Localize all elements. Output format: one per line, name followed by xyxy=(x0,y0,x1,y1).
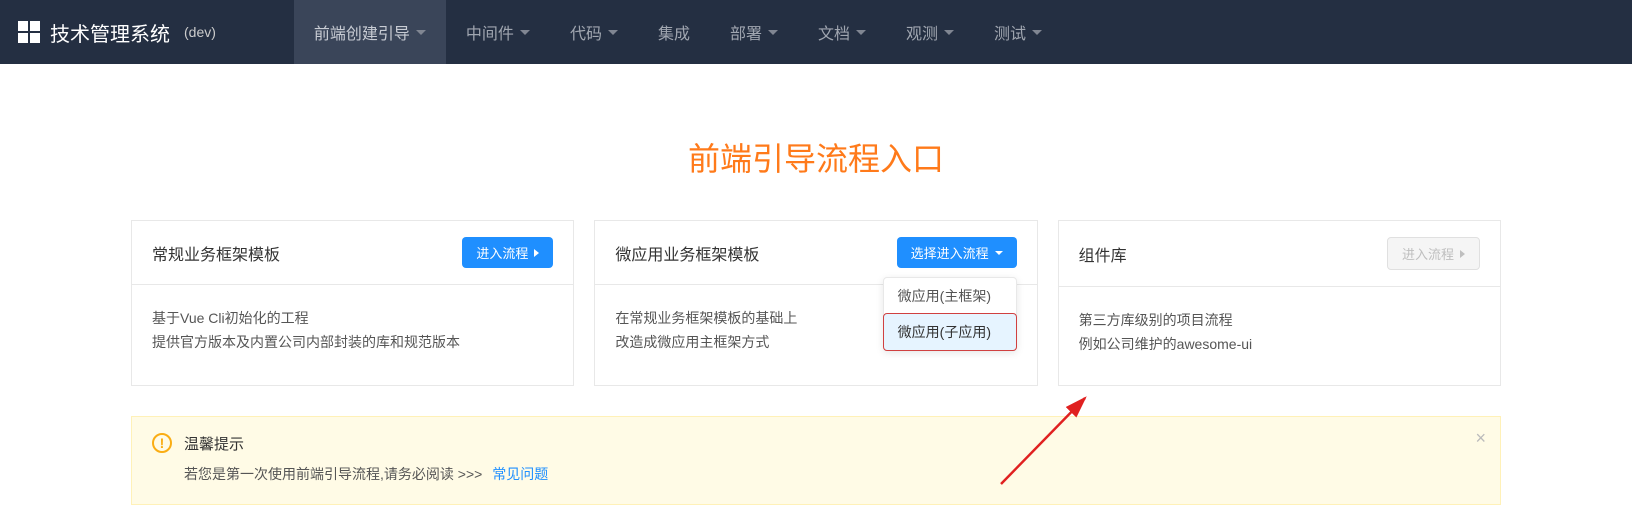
brand: 技术管理系统 (dev) xyxy=(0,18,234,47)
close-icon[interactable]: × xyxy=(1475,429,1486,447)
nav-item-6[interactable]: 观测 xyxy=(886,0,974,64)
card-body: 基于Vue Cli初始化的工程提供官方版本及内置公司内部封装的库和规范版本 xyxy=(132,285,573,383)
nav-item-5[interactable]: 文档 xyxy=(798,0,886,64)
top-nav: 技术管理系统 (dev) 前端创建引导 中间件 代码 集成 部署 文档 观测 测试 xyxy=(0,0,1632,64)
chevron-down-icon xyxy=(995,251,1003,255)
nav-item-3[interactable]: 集成 xyxy=(638,0,710,64)
nav-item-7[interactable]: 测试 xyxy=(974,0,1062,64)
card-head: 常规业务框架模板 进入流程 xyxy=(132,221,573,285)
dropdown-item-1[interactable]: 微应用(子应用) xyxy=(883,313,1017,351)
alert-body-text: 若您是第一次使用前端引导流程,请务必阅读 >>> xyxy=(184,466,482,482)
warning-icon: ! xyxy=(152,433,172,453)
card-0: 常规业务框架模板 进入流程基于Vue Cli初始化的工程提供官方版本及内置公司内部… xyxy=(131,220,574,386)
card-2: 组件库 进入流程第三方库级别的项目流程例如公司维护的awesome-ui xyxy=(1058,220,1501,386)
chevron-down-icon xyxy=(856,30,866,35)
nav-item-label: 前端创建引导 xyxy=(314,20,410,44)
card-desc-1: 基于Vue Cli初始化的工程 xyxy=(152,307,553,331)
chevron-down-icon xyxy=(1032,30,1042,35)
chevron-down-icon xyxy=(768,30,778,35)
card-desc-1: 第三方库级别的项目流程 xyxy=(1079,309,1480,333)
card-desc-2: 提供官方版本及内置公司内部封装的库和规范版本 xyxy=(152,331,553,355)
chevron-down-icon xyxy=(944,30,954,35)
card-head: 组件库 进入流程 xyxy=(1059,221,1500,287)
card-title: 组件库 xyxy=(1079,242,1127,266)
nav-item-label: 部署 xyxy=(730,20,762,44)
page-title: 前端引导流程入口 xyxy=(131,134,1501,180)
card-title: 常规业务框架模板 xyxy=(152,241,280,265)
alert-title: 温馨提示 xyxy=(184,433,244,454)
nav-item-2[interactable]: 代码 xyxy=(550,0,638,64)
nav-item-label: 观测 xyxy=(906,20,938,44)
dropdown-item-0[interactable]: 微应用(主框架) xyxy=(884,278,1016,314)
chevron-right-icon xyxy=(1460,250,1465,258)
card-1: 微应用业务框架模板选择进入流程在常规业务框架模板的基础上改造成微应用主框架方式微… xyxy=(594,220,1037,386)
button-label: 进入流程 xyxy=(1402,244,1454,263)
button-label: 选择进入流程 xyxy=(911,243,989,262)
chevron-down-icon xyxy=(416,30,426,35)
enter-button-disabled: 进入流程 xyxy=(1387,237,1480,270)
card-title: 微应用业务框架模板 xyxy=(615,241,759,265)
app-title: 技术管理系统 xyxy=(50,18,170,47)
enter-button[interactable]: 进入流程 xyxy=(462,237,553,268)
chevron-right-icon xyxy=(534,249,539,257)
main-content: 前端引导流程入口 常规业务框架模板 进入流程基于Vue Cli初始化的工程提供官方… xyxy=(131,64,1501,505)
nav-item-0[interactable]: 前端创建引导 xyxy=(294,0,446,64)
enter-button[interactable]: 选择进入流程 xyxy=(897,237,1017,268)
apps-grid-icon xyxy=(18,21,40,43)
nav-item-4[interactable]: 部署 xyxy=(710,0,798,64)
alert-box: × ! 温馨提示 若您是第一次使用前端引导流程,请务必阅读 >>> 常见问题 xyxy=(131,416,1501,505)
faq-link[interactable]: 常见问题 xyxy=(492,466,548,482)
nav-items: 前端创建引导 中间件 代码 集成 部署 文档 观测 测试 xyxy=(294,0,1062,64)
card-head: 微应用业务框架模板 选择进入流程 xyxy=(595,221,1036,285)
chevron-down-icon xyxy=(520,30,530,35)
card-body: 第三方库级别的项目流程例如公司维护的awesome-ui xyxy=(1059,287,1500,385)
nav-item-label: 代码 xyxy=(570,20,602,44)
nav-item-label: 文档 xyxy=(818,20,850,44)
nav-item-label: 集成 xyxy=(658,20,690,44)
nav-item-1[interactable]: 中间件 xyxy=(446,0,550,64)
nav-item-label: 中间件 xyxy=(466,20,514,44)
button-label: 进入流程 xyxy=(476,243,528,262)
nav-item-label: 测试 xyxy=(994,20,1026,44)
card-desc-2: 例如公司维护的awesome-ui xyxy=(1079,333,1480,357)
chevron-down-icon xyxy=(608,30,618,35)
dropdown-menu: 微应用(主框架)微应用(子应用) xyxy=(883,277,1017,351)
env-label: (dev) xyxy=(184,24,216,40)
card-row: 常规业务框架模板 进入流程基于Vue Cli初始化的工程提供官方版本及内置公司内部… xyxy=(131,220,1501,386)
